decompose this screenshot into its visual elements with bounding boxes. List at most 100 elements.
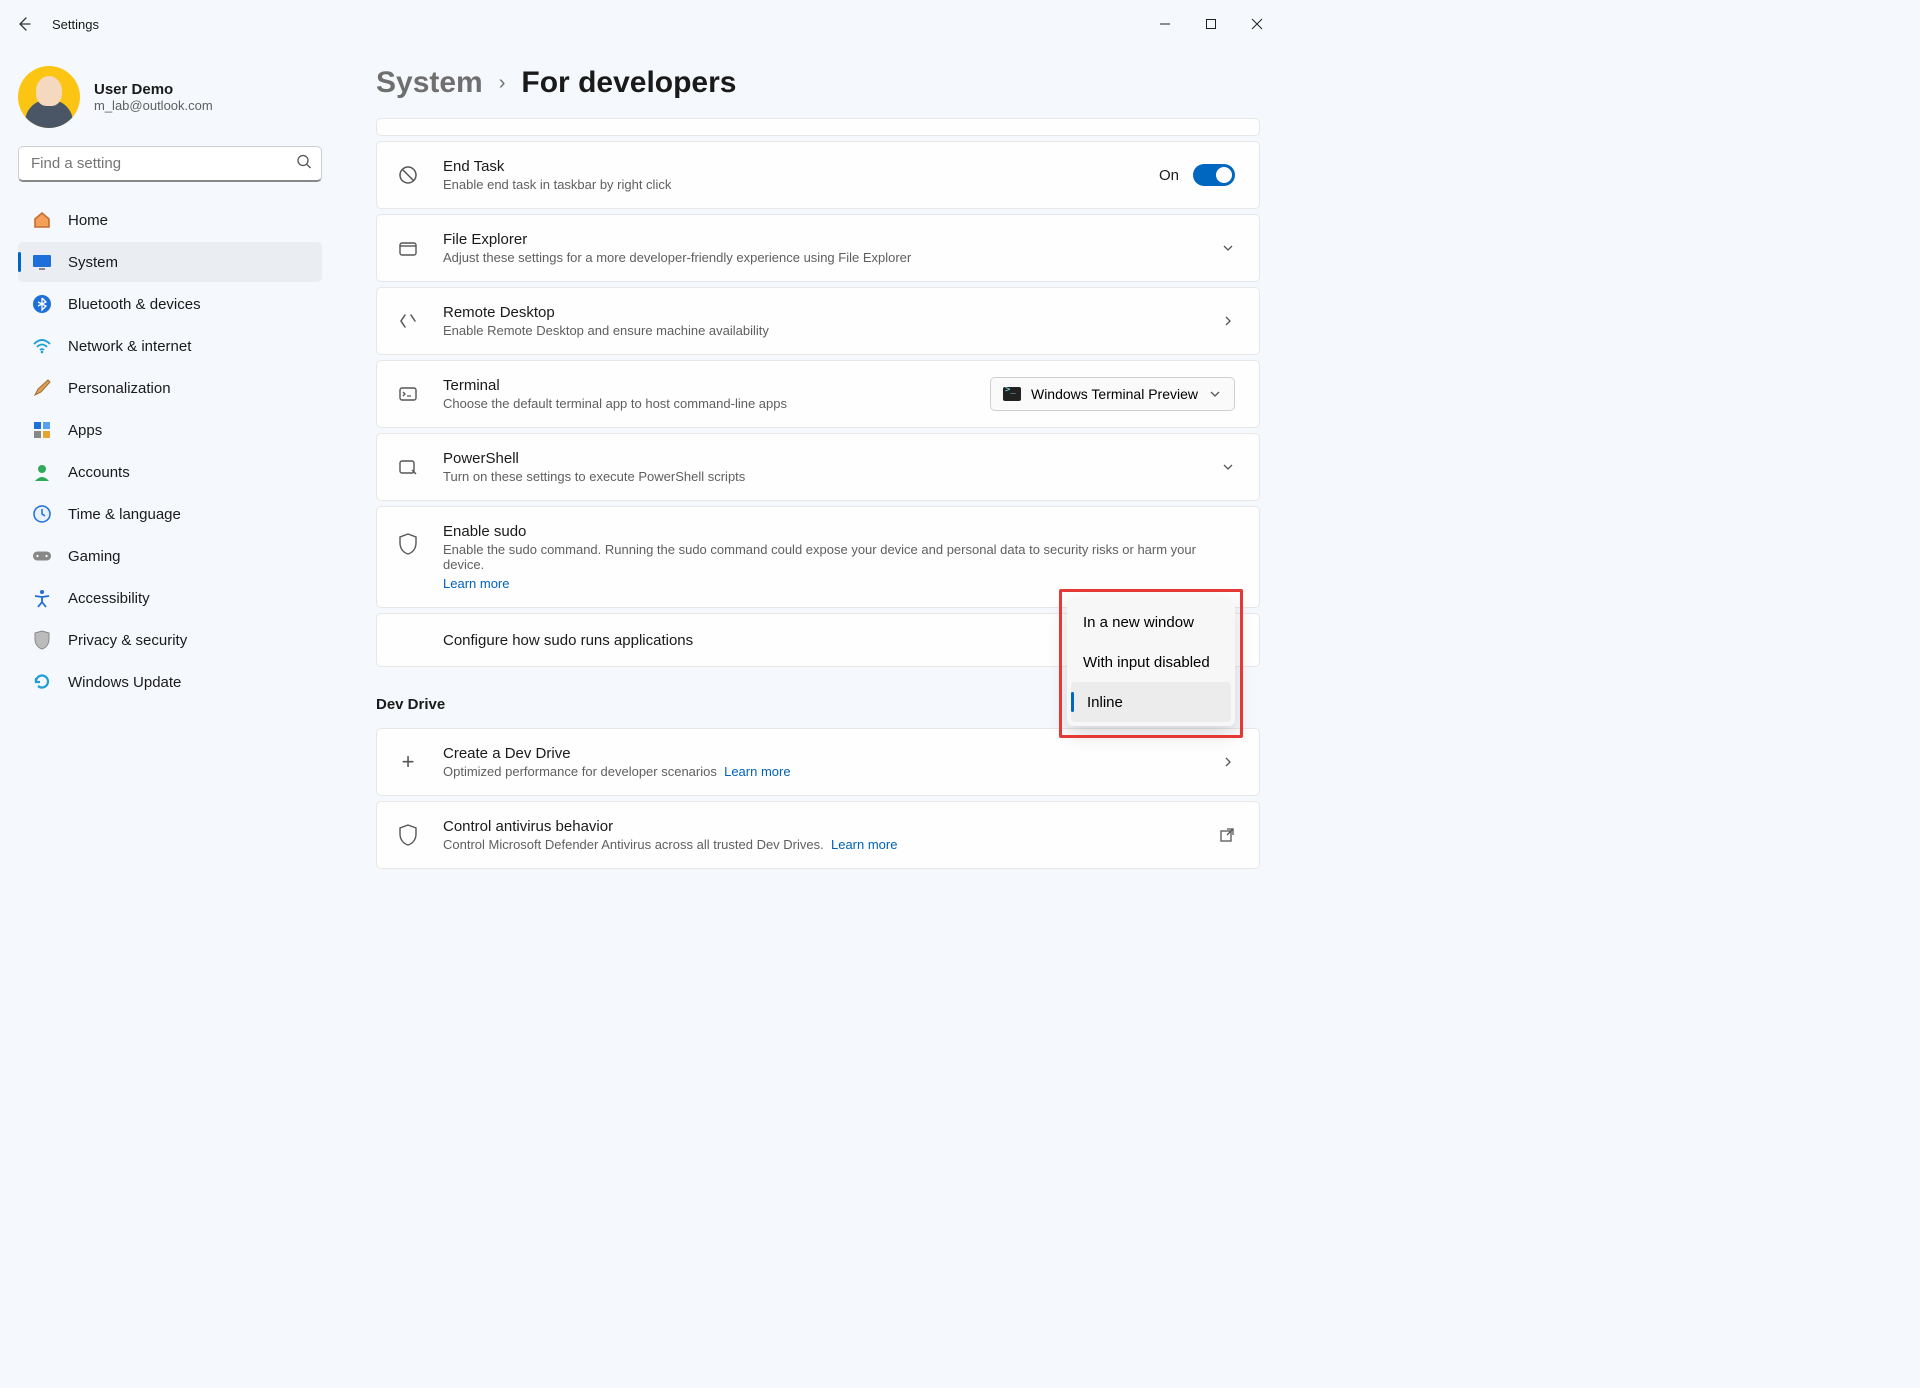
sidebar-item-time-language[interactable]: Time & language	[18, 494, 322, 534]
sudo-option-inline[interactable]: Inline	[1071, 682, 1231, 722]
user-name: User Demo	[94, 81, 213, 98]
learn-more-link[interactable]: Learn more	[724, 764, 790, 779]
shield-icon	[32, 630, 52, 650]
arrow-left-icon	[16, 16, 32, 32]
titlebar: Settings	[0, 0, 1288, 48]
card-remote-desktop[interactable]: Remote Desktop Enable Remote Desktop and…	[376, 287, 1260, 355]
card-title: Remote Desktop	[443, 304, 1221, 321]
card-desc: Enable the sudo command. Running the sud…	[443, 542, 1196, 572]
sidebar-item-network-internet[interactable]: Network & internet	[18, 326, 322, 366]
bluetooth-icon	[32, 294, 52, 314]
user-email: m_lab@outlook.com	[94, 98, 213, 113]
main-content: System › For developers End Task Enable …	[340, 48, 1288, 931]
update-icon	[32, 672, 52, 692]
search-box	[18, 146, 322, 182]
folder-icon	[397, 237, 419, 259]
sudo-option-in-a-new-window[interactable]: In a new window	[1067, 602, 1235, 642]
learn-more-link[interactable]: Learn more	[831, 837, 897, 852]
sidebar-item-personalization[interactable]: Personalization	[18, 368, 322, 408]
breadcrumb: System › For developers	[376, 66, 1260, 100]
card-title: PowerShell	[443, 450, 1221, 467]
sudo-option-with-input-disabled[interactable]: With input disabled	[1067, 642, 1235, 682]
no-sign-icon	[397, 164, 419, 186]
sudo-mode-dropdown[interactable]: In a new windowWith input disabledInline	[1067, 598, 1235, 726]
card-file-explorer[interactable]: File Explorer Adjust these settings for …	[376, 214, 1260, 282]
card-title: Enable sudo	[443, 523, 1235, 540]
search-icon	[296, 154, 312, 175]
sidebar-item-home[interactable]: Home	[18, 200, 322, 240]
accessibility-icon	[32, 588, 52, 608]
sidebar-item-system[interactable]: System	[18, 242, 322, 282]
search-input[interactable]	[18, 146, 322, 182]
card-title: Create a Dev Drive	[443, 745, 1221, 762]
page-title: For developers	[521, 66, 736, 100]
wifi-icon	[32, 336, 52, 356]
sidebar-item-label: Privacy & security	[68, 632, 187, 649]
user-profile[interactable]: User Demo m_lab@outlook.com	[18, 66, 322, 128]
shield-icon	[397, 824, 419, 846]
card-desc: Adjust these settings for a more develop…	[443, 250, 1221, 265]
end-task-toggle[interactable]	[1193, 164, 1235, 186]
card-title: Control antivirus behavior	[443, 818, 1219, 835]
home-icon	[32, 210, 52, 230]
system-icon	[32, 252, 52, 272]
sidebar-item-gaming[interactable]: Gaming	[18, 536, 322, 576]
minimize-button[interactable]	[1142, 8, 1188, 40]
sidebar: User Demo m_lab@outlook.com Home System Bl…	[0, 48, 340, 931]
terminal-icon	[397, 383, 419, 405]
breadcrumb-parent[interactable]: System	[376, 66, 483, 100]
sidebar-item-accessibility[interactable]: Accessibility	[18, 578, 322, 618]
chevron-down-icon	[1208, 387, 1222, 401]
card-create-dev-drive[interactable]: + Create a Dev Drive Optimized performan…	[376, 728, 1260, 796]
card-title: Terminal	[443, 377, 990, 394]
sidebar-item-label: Time & language	[68, 506, 181, 523]
back-button[interactable]	[8, 8, 40, 40]
brush-icon	[32, 378, 52, 398]
plus-icon: +	[397, 751, 419, 773]
learn-more-link[interactable]: Learn more	[443, 576, 509, 591]
account-icon	[32, 462, 52, 482]
sidebar-item-label: Accessibility	[68, 590, 150, 607]
card-terminal: Terminal Choose the default terminal app…	[376, 360, 1260, 428]
sidebar-item-label: Network & internet	[68, 338, 191, 355]
chevron-down-icon	[1221, 460, 1235, 474]
chevron-down-icon	[1221, 241, 1235, 255]
card-desc: Enable Remote Desktop and ensure machine…	[443, 323, 1221, 338]
close-button[interactable]	[1234, 8, 1280, 40]
card-desc: Enable end task in taskbar by right clic…	[443, 177, 1159, 192]
sidebar-item-windows-update[interactable]: Windows Update	[18, 662, 322, 702]
sidebar-item-privacy-security[interactable]: Privacy & security	[18, 620, 322, 660]
clock-icon	[32, 504, 52, 524]
card-title: End Task	[443, 158, 1159, 175]
sidebar-item-label: Windows Update	[68, 674, 181, 691]
sidebar-item-label: Accounts	[68, 464, 130, 481]
terminal-dropdown[interactable]: Windows Terminal Preview	[990, 377, 1235, 411]
chevron-right-icon: ›	[499, 72, 506, 95]
card-desc: Turn on these settings to execute PowerS…	[443, 469, 1221, 484]
toggle-label: On	[1159, 167, 1179, 184]
card-desc: Optimized performance for developer scen…	[443, 764, 717, 779]
gamepad-icon	[32, 546, 52, 566]
card-desc: Control Microsoft Defender Antivirus acr…	[443, 837, 824, 852]
card-desc: Choose the default terminal app to host …	[443, 396, 990, 411]
sidebar-item-label: Apps	[68, 422, 102, 439]
sidebar-item-accounts[interactable]: Accounts	[18, 452, 322, 492]
open-external-icon	[1219, 827, 1235, 843]
maximize-button[interactable]	[1188, 8, 1234, 40]
card-antivirus[interactable]: Control antivirus behavior Control Micro…	[376, 801, 1260, 869]
apps-icon	[32, 420, 52, 440]
sidebar-item-label: Home	[68, 212, 108, 229]
card-stub	[376, 118, 1260, 136]
card-end-task: End Task Enable end task in taskbar by r…	[376, 141, 1260, 209]
sidebar-item-apps[interactable]: Apps	[18, 410, 322, 450]
maximize-icon	[1205, 18, 1217, 30]
card-powershell[interactable]: PowerShell Turn on these settings to exe…	[376, 433, 1260, 501]
sidebar-item-bluetooth-devices[interactable]: Bluetooth & devices	[18, 284, 322, 324]
close-icon	[1251, 18, 1263, 30]
minimize-icon	[1159, 18, 1171, 30]
chevron-right-icon	[1221, 755, 1235, 769]
sidebar-item-label: Bluetooth & devices	[68, 296, 201, 313]
dropdown-value: Windows Terminal Preview	[1031, 386, 1198, 402]
window-title: Settings	[52, 17, 99, 32]
remote-icon	[397, 310, 419, 332]
